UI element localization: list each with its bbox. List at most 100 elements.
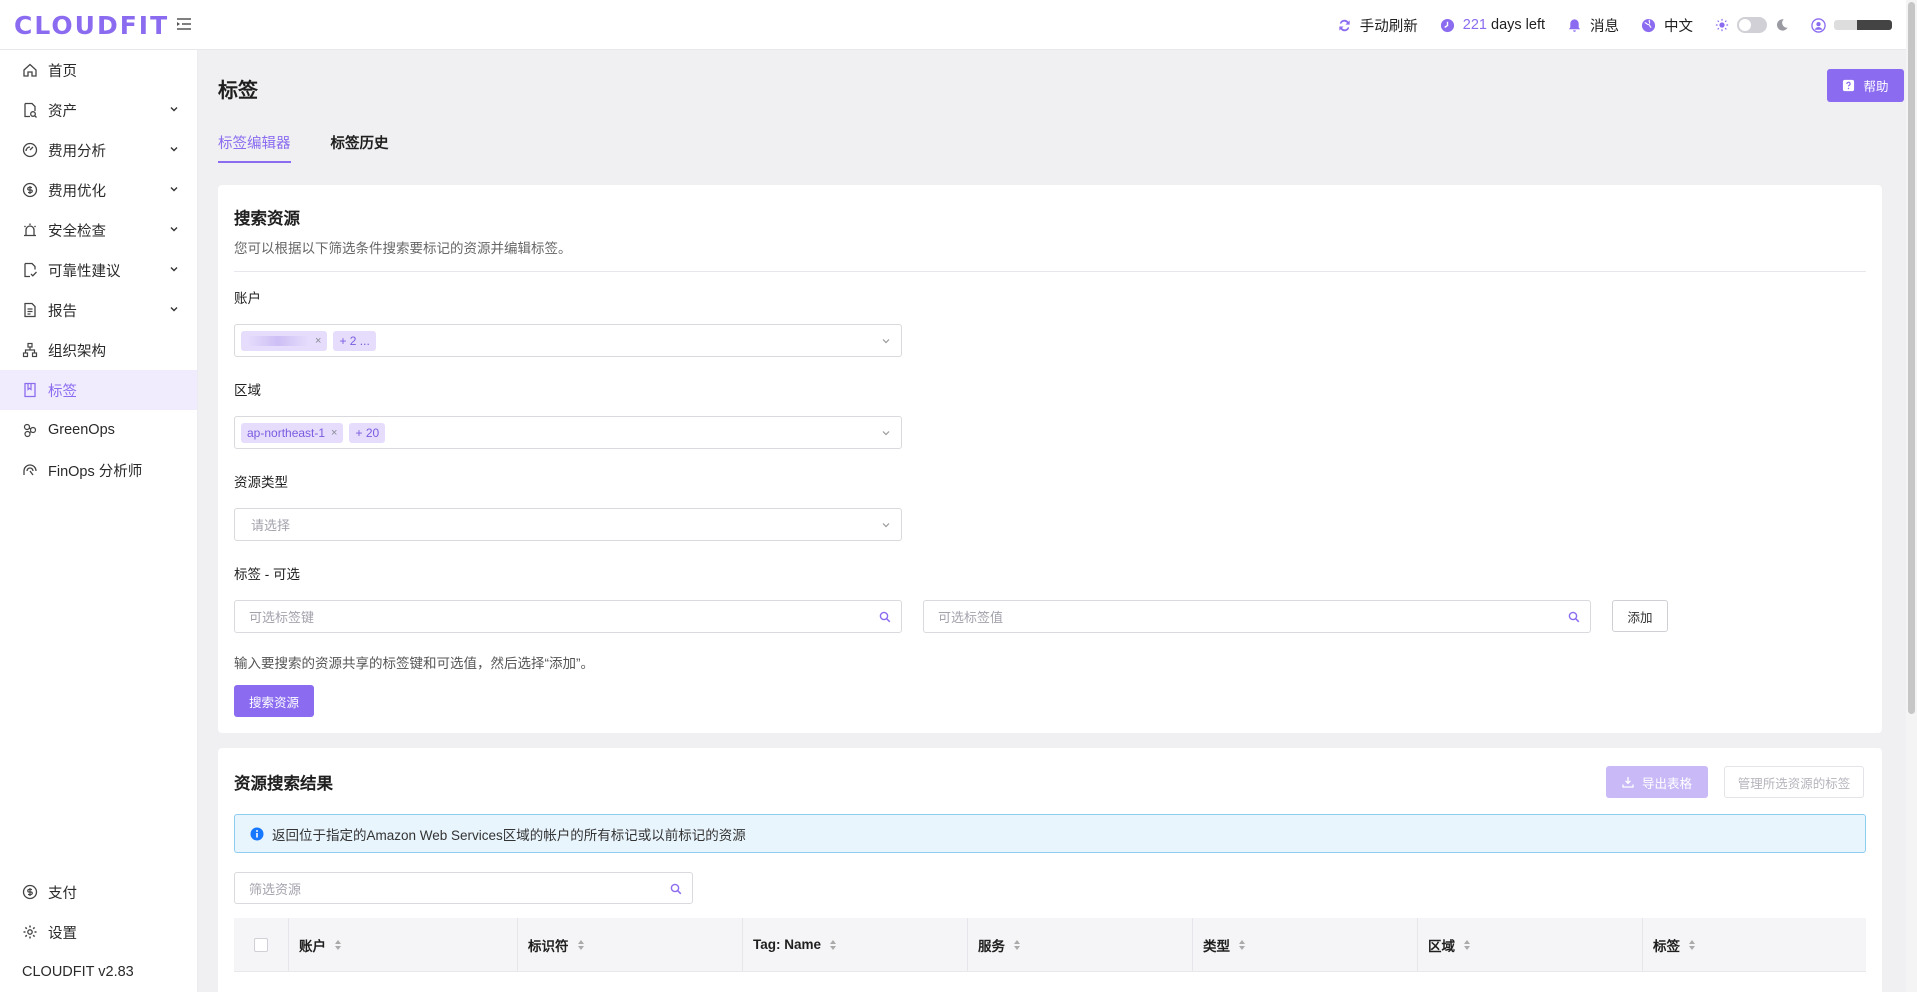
main-content: 标签 帮助 标签编辑器 标签历史 搜索资源 您可以根据以下筛选条件搜索要标记的资… <box>198 50 1906 992</box>
org-chart-icon <box>22 342 38 358</box>
resource-type-select[interactable]: 请选择 <box>234 508 902 541</box>
region-label: 区域 <box>234 383 261 398</box>
user-name-redacted <box>1834 20 1892 30</box>
select-all-checkbox[interactable] <box>254 937 268 952</box>
help-label: 帮助 <box>1863 80 1889 94</box>
chip-close-icon[interactable]: × <box>331 427 337 439</box>
gear-icon <box>23 925 37 939</box>
region-select[interactable]: ap-northeast-1 × + 20 <box>234 416 902 449</box>
account-chip-more[interactable]: + 2 ... <box>333 330 376 351</box>
theme-toggle[interactable] <box>1737 17 1767 33</box>
column-header-account[interactable]: 账户 <box>289 918 518 971</box>
search-card-title: 搜索资源 <box>234 210 300 228</box>
add-tag-button[interactable]: 添加 <box>1612 600 1668 632</box>
column-header-tags[interactable]: 标签 <box>1643 918 1866 971</box>
sidebar-item-cost-analysis[interactable]: 费用分析 <box>0 130 197 170</box>
language-switch[interactable]: 中文 <box>1641 15 1693 36</box>
sidebar-item-label: 首页 <box>48 63 77 80</box>
search-resources-card: 搜索资源 您可以根据以下筛选条件搜索要标记的资源并编辑标签。 账户 × + 2 … <box>218 185 1882 733</box>
chevron-down-icon <box>882 523 890 528</box>
export-label: 导出表格 <box>1641 776 1692 791</box>
sidebar-item-label: 组织架构 <box>48 343 106 360</box>
info-alert: 返回位于指定的Amazon Web Services区域的帐户的所有标记或以前标… <box>234 814 1866 853</box>
resource-type-placeholder: 请选择 <box>251 518 291 533</box>
book-icon <box>24 382 36 398</box>
sort-icon <box>1689 939 1695 950</box>
tag-key-input[interactable]: 可选标签键 <box>234 600 902 633</box>
column-header-identifier[interactable]: 标识符 <box>518 918 743 971</box>
nodes-icon <box>23 423 37 438</box>
search-icon <box>670 883 682 895</box>
sidebar-item-settings[interactable]: 设置 <box>0 912 197 952</box>
help-icon <box>1843 79 1855 92</box>
sidebar-item-reliability[interactable]: 可靠性建议 <box>0 250 197 290</box>
column-header-service[interactable]: 服务 <box>968 918 1193 971</box>
sidebar-item-organization[interactable]: 组织架构 <box>0 330 197 370</box>
sort-icon <box>1239 939 1245 950</box>
account-select[interactable]: × + 2 ... <box>234 324 902 357</box>
dollar-circle-icon <box>22 182 38 198</box>
sidebar-item-assets[interactable]: 资产 <box>0 90 197 130</box>
analyst-icon <box>23 464 37 476</box>
page-scrollbar[interactable] <box>1906 0 1917 992</box>
user-avatar-icon <box>1811 17 1826 33</box>
app-logo[interactable]: CLOUDFIT <box>14 11 169 40</box>
column-label: Tag: Name <box>753 937 822 952</box>
chip-label: + 2 ... <box>339 333 370 348</box>
tags-optional-label: 标签 - 可选 <box>234 567 300 582</box>
sidebar-item-tags[interactable]: 标签 <box>0 370 197 410</box>
search-results-card: 资源搜索结果 导出表格 管理所选资源的标签 返回位于指定的Amazon Web … <box>218 748 1882 992</box>
user-menu[interactable] <box>1811 17 1892 33</box>
scrollbar-thumb[interactable] <box>1908 2 1915 714</box>
sidebar-item-label: 费用优化 <box>48 183 106 200</box>
chip-label: + 20 <box>355 425 380 440</box>
sidebar-item-greenops[interactable]: GreenOps <box>0 410 197 450</box>
tag-value-input[interactable]: 可选标签值 <box>923 600 1591 633</box>
chip-label: ap-northeast-1 <box>247 425 326 440</box>
dashboard-gauge-icon <box>22 142 38 158</box>
refresh-button[interactable]: 手动刷新 <box>1337 15 1418 36</box>
search-resources-button[interactable]: 搜索资源 <box>234 685 314 717</box>
theme-switch[interactable] <box>1715 17 1789 33</box>
manage-tags-button[interactable]: 管理所选资源的标签 <box>1724 766 1864 798</box>
help-button[interactable]: 帮助 <box>1827 69 1904 102</box>
sort-icon <box>830 939 837 950</box>
chevron-down-icon <box>170 187 178 192</box>
account-label: 账户 <box>234 291 261 306</box>
sidebar-item-cost-optimization[interactable]: 费用优化 <box>0 170 197 210</box>
column-header-tag-name[interactable]: Tag: Name <box>743 918 968 971</box>
home-icon <box>23 63 37 77</box>
filter-resources-input[interactable]: 筛选资源 <box>234 872 693 904</box>
sidebar-item-label: 费用分析 <box>48 143 106 160</box>
sidebar-item-label: 资产 <box>48 103 77 120</box>
chevron-down-icon <box>170 267 178 272</box>
column-label: 区域 <box>1428 938 1455 954</box>
trial-days[interactable]: 221 days left <box>1440 17 1545 33</box>
info-text: 返回位于指定的Amazon Web Services区域的帐户的所有标记或以前标… <box>272 827 746 843</box>
column-header-type[interactable]: 类型 <box>1193 918 1418 971</box>
tab-tag-editor[interactable]: 标签编辑器 <box>218 132 291 163</box>
region-chip-more[interactable]: + 20 <box>349 422 386 443</box>
region-chip[interactable]: ap-northeast-1 × <box>241 422 344 443</box>
days-number: 221 <box>1462 17 1487 33</box>
messages-button[interactable]: 消息 <box>1567 15 1619 36</box>
sidebar-item-security-check[interactable]: 安全检查 <box>0 210 197 250</box>
sidebar-item-finops-analyst[interactable]: FinOps 分析师 <box>0 450 197 490</box>
sidebar-item-home[interactable]: 首页 <box>0 50 197 90</box>
chip-close-icon[interactable]: × <box>315 335 321 347</box>
tab-tag-history[interactable]: 标签历史 <box>331 132 389 163</box>
sidebar-item-reports[interactable]: 报告 <box>0 290 197 330</box>
sidebar-item-label: 安全检查 <box>48 223 106 240</box>
export-table-button[interactable]: 导出表格 <box>1606 766 1708 798</box>
column-header-region[interactable]: 区域 <box>1418 918 1643 971</box>
menu-toggle-icon[interactable] <box>175 15 193 33</box>
sidebar-item-payment[interactable]: 支付 <box>0 872 197 912</box>
clock-icon <box>1440 18 1454 32</box>
account-chip[interactable]: × <box>241 330 328 351</box>
days-suffix: days left <box>1491 17 1545 33</box>
alarm-icon <box>24 223 36 237</box>
bell-icon <box>1568 18 1581 32</box>
column-label: 账户 <box>299 938 326 954</box>
language-label: 中文 <box>1664 18 1693 35</box>
chevron-down-icon <box>882 339 890 344</box>
